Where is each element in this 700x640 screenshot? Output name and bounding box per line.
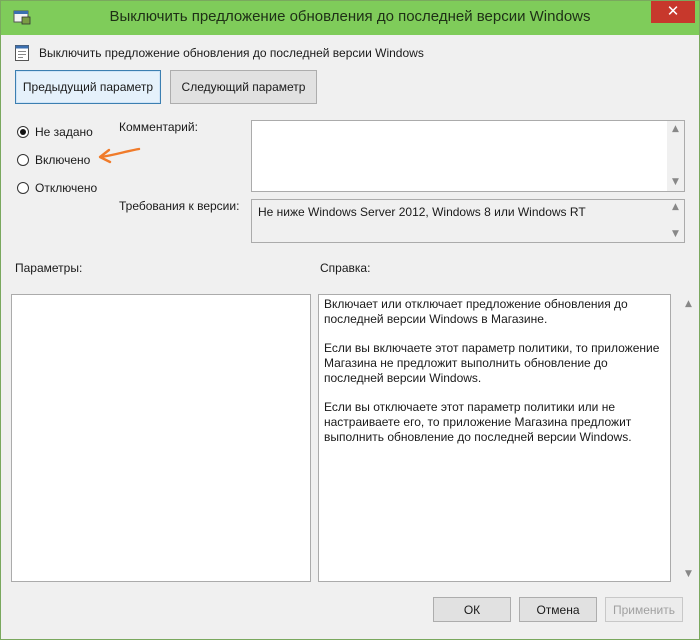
options-panel <box>11 294 311 582</box>
annotation-arrow-icon <box>98 147 141 164</box>
scroll-up-icon[interactable]: ▲ <box>671 203 680 212</box>
radio-label: Включено <box>35 153 91 167</box>
title-bar[interactable]: Выключить предложение обновления до посл… <box>1 1 699 35</box>
policy-setting-icon <box>15 45 29 61</box>
scroll-down-icon[interactable]: ▼ <box>685 569 692 579</box>
options-label: Параметры: <box>15 261 83 275</box>
scroll-up-icon[interactable]: ▲ <box>685 299 692 309</box>
help-paragraph: Включает или отключает предложение обнов… <box>324 297 628 326</box>
requirements-label: Требования к версии: <box>119 199 240 213</box>
dialog-scrollbar[interactable]: ▲ ▼ <box>681 293 698 583</box>
comment-textarea[interactable]: ▲ ▼ <box>251 120 685 192</box>
comment-scrollbar[interactable]: ▲ ▼ <box>667 121 684 191</box>
ok-button[interactable]: ОК <box>433 597 511 622</box>
close-button[interactable]: ✕ <box>651 1 695 23</box>
comment-label: Комментарий: <box>119 120 198 134</box>
scroll-up-icon[interactable]: ▲ <box>671 125 680 134</box>
scroll-down-icon[interactable]: ▼ <box>671 178 680 187</box>
requirements-scrollbar[interactable]: ▲ ▼ <box>667 200 684 242</box>
help-panel: Включает или отключает предложение обнов… <box>318 294 671 582</box>
help-paragraph: Если вы отключаете этот параметр политик… <box>324 400 632 444</box>
radio-label: Не задано <box>35 125 93 139</box>
window-title: Выключить предложение обновления до посл… <box>109 8 591 25</box>
help-text: Включает или отключает предложение обнов… <box>324 297 664 459</box>
scroll-down-icon[interactable]: ▼ <box>671 230 680 239</box>
radio-indicator[interactable] <box>17 154 29 166</box>
cancel-button[interactable]: Отмена <box>519 597 597 622</box>
next-setting-button[interactable]: Следующий параметр <box>170 70 317 104</box>
radio-indicator[interactable] <box>17 126 29 138</box>
policy-name: Выключить предложение обновления до посл… <box>39 46 424 60</box>
radio-label: Отключено <box>35 181 98 195</box>
radio-enabled[interactable]: Включено <box>17 151 90 169</box>
requirements-value: Не ниже Windows Server 2012, Windows 8 и… <box>258 205 586 219</box>
previous-setting-button[interactable]: Предыдущий параметр <box>15 70 161 104</box>
help-paragraph: Если вы включаете этот параметр политики… <box>324 341 660 385</box>
radio-indicator[interactable] <box>17 182 29 194</box>
radio-not-configured[interactable]: Не задано <box>17 123 93 141</box>
close-icon: ✕ <box>666 2 680 20</box>
policy-dialog: Выключить предложение обновления до посл… <box>0 0 700 640</box>
radio-disabled[interactable]: Отключено <box>17 179 97 197</box>
requirements-field: Не ниже Windows Server 2012, Windows 8 и… <box>251 199 685 243</box>
apply-button[interactable]: Применить <box>605 597 683 622</box>
help-label: Справка: <box>320 261 371 275</box>
